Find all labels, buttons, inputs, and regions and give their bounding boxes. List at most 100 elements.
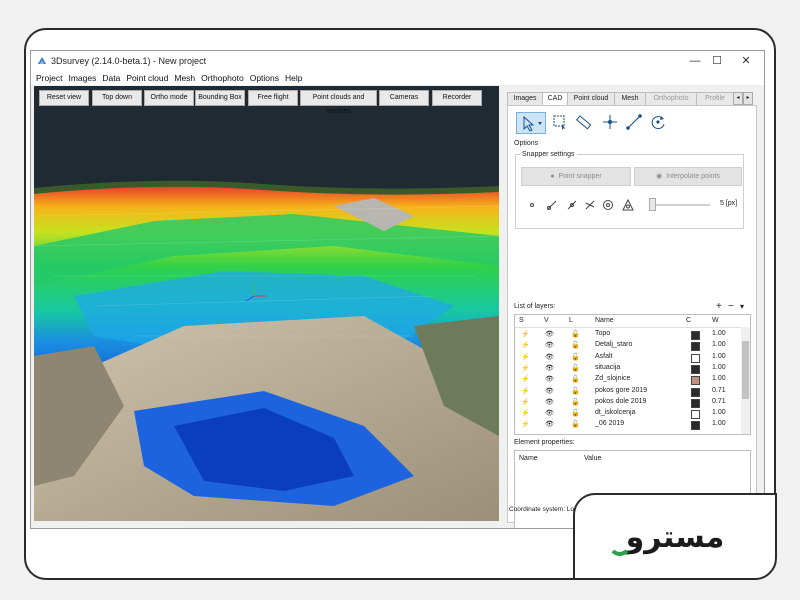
col-lock[interactable]: L: [569, 317, 573, 324]
menu-point-cloud[interactable]: Point cloud: [123, 71, 171, 85]
measure-tool[interactable]: [574, 112, 594, 132]
rotate-tool[interactable]: [648, 112, 668, 132]
layer-row[interactable]: ⚡ 👁 🔓 dt_iskolcenja 1.00: [515, 408, 740, 420]
interpolate-points-button[interactable]: ◉ Interpolate points: [634, 167, 742, 186]
layer-color-swatch[interactable]: [691, 421, 700, 431]
tab-images[interactable]: Images: [507, 92, 543, 105]
visibility-eye-icon[interactable]: 👁: [545, 420, 554, 428]
menu-data[interactable]: Data: [99, 71, 123, 85]
layer-row[interactable]: ⚡ 👁 🔓 Detalj_staro 1.00: [515, 340, 740, 352]
point-snapper-button[interactable]: ● Point snapper: [521, 167, 631, 186]
prop-col-name[interactable]: Name: [519, 455, 538, 462]
lock-icon[interactable]: 🔓: [571, 409, 580, 417]
tab-profile[interactable]: Profile: [696, 92, 734, 105]
layer-color-swatch[interactable]: [691, 387, 700, 397]
layers-scrollbar[interactable]: [741, 327, 750, 434]
visibility-eye-icon[interactable]: 👁: [545, 398, 554, 406]
tab-scroll-right[interactable]: ▸: [743, 92, 753, 105]
layer-row[interactable]: ⚡ 👁 🔓 _06 2019 1.00: [515, 419, 740, 431]
lock-icon[interactable]: 🔓: [571, 330, 580, 338]
snap-toggle-icon[interactable]: ⚡: [521, 398, 530, 406]
menu-project[interactable]: Project: [33, 71, 65, 85]
layer-color-swatch[interactable]: [691, 364, 700, 374]
tab-scroll-left[interactable]: ◂: [733, 92, 743, 105]
ortho-mode-button[interactable]: Ortho mode: [144, 90, 194, 106]
snap-size-slider[interactable]: [649, 198, 656, 211]
lock-icon[interactable]: 🔓: [571, 387, 580, 395]
layer-color-swatch[interactable]: [691, 342, 700, 352]
layer-color-swatch[interactable]: [691, 331, 700, 340]
select-rectangle-tool[interactable]: [550, 112, 570, 132]
add-layer-button[interactable]: +: [716, 301, 722, 312]
lock-icon[interactable]: 🔓: [571, 375, 580, 383]
layer-color-swatch[interactable]: [691, 410, 700, 420]
point-tool[interactable]: [600, 112, 620, 132]
visibility-eye-icon[interactable]: 👁: [545, 409, 554, 417]
select-pointer-tool[interactable]: [516, 112, 546, 134]
visibility-eye-icon[interactable]: 👁: [545, 375, 554, 383]
lock-icon[interactable]: 🔓: [571, 353, 580, 361]
tab-orthophoto[interactable]: Orthophoto: [645, 92, 697, 105]
recorder-button[interactable]: Recorder: [432, 90, 482, 106]
col-visible[interactable]: V: [544, 317, 549, 324]
visibility-eye-icon[interactable]: 👁: [545, 353, 554, 361]
layer-row[interactable]: ⚡ 👁 🔓 Zd_slojnice 1.00: [515, 374, 740, 386]
snap-toggle-icon[interactable]: ⚡: [521, 330, 530, 338]
snap-center-icon[interactable]: [602, 199, 614, 211]
layer-row[interactable]: ⚡ 👁 🔓 situacija 1.00: [515, 363, 740, 374]
menu-mesh[interactable]: Mesh: [171, 71, 198, 85]
visibility-eye-icon[interactable]: 👁: [545, 387, 554, 395]
menu-orthophoto[interactable]: Orthophoto: [198, 71, 247, 85]
snap-intersection-icon[interactable]: [584, 199, 596, 211]
tab-point-cloud[interactable]: Point cloud: [567, 92, 615, 105]
snap-toggle-icon[interactable]: ⚡: [521, 420, 530, 428]
col-name[interactable]: Name: [595, 317, 614, 324]
menu-help[interactable]: Help: [282, 71, 305, 85]
layer-row[interactable]: ⚡ 👁 🔓 Asfalt 1.00: [515, 352, 740, 363]
snap-toggle-icon[interactable]: ⚡: [521, 375, 530, 383]
snap-toggle-icon[interactable]: ⚡: [521, 364, 530, 372]
layer-color-swatch[interactable]: [691, 353, 700, 363]
tab-mesh[interactable]: Mesh: [614, 92, 646, 105]
lock-icon[interactable]: 🔓: [571, 364, 580, 372]
free-flight-button[interactable]: Free flight: [248, 90, 298, 106]
prop-col-value[interactable]: Value: [584, 455, 601, 462]
top-down-button[interactable]: Top down: [92, 90, 142, 106]
tab-cad[interactable]: CAD: [542, 92, 568, 106]
layer-row[interactable]: ⚡ 👁 🔓 pokos dole 2019 0.71: [515, 397, 740, 408]
col-color[interactable]: C: [686, 317, 691, 324]
layer-row[interactable]: ⚡ 👁 🔓 Topo 1.00: [515, 329, 740, 340]
snap-toggle-icon[interactable]: ⚡: [521, 409, 530, 417]
snap-midpoint-icon[interactable]: [566, 199, 578, 211]
lock-icon[interactable]: 🔓: [571, 398, 580, 406]
snap-toggle-icon[interactable]: ⚡: [521, 387, 530, 395]
layer-color-swatch[interactable]: [691, 376, 700, 386]
layer-menu-button[interactable]: ▾: [740, 302, 744, 311]
visibility-eye-icon[interactable]: 👁: [545, 330, 554, 338]
snap-toggle-icon[interactable]: ⚡: [521, 341, 530, 349]
snap-triangle-icon[interactable]: [622, 199, 634, 211]
menu-options[interactable]: Options: [247, 71, 282, 85]
visibility-eye-icon[interactable]: 👁: [545, 341, 554, 349]
reset-view-button[interactable]: Reset view: [39, 90, 89, 106]
minimize-button[interactable]: —: [683, 53, 707, 69]
cameras-button[interactable]: Cameras: [379, 90, 429, 106]
menu-images[interactable]: Images: [65, 71, 99, 85]
col-width[interactable]: W: [712, 317, 719, 324]
col-snap[interactable]: S: [519, 317, 524, 324]
maximize-button[interactable]: ☐: [705, 53, 729, 69]
snap-toggle-icon[interactable]: ⚡: [521, 353, 530, 361]
visibility-eye-icon[interactable]: 👁: [545, 364, 554, 372]
snap-endpoint-icon[interactable]: [546, 199, 558, 211]
layers-scroll-thumb[interactable]: [742, 341, 749, 399]
point-clouds-meshes-button[interactable]: Point clouds and meshes: [300, 90, 377, 115]
bounding-box-button[interactable]: Bounding Box: [195, 90, 245, 106]
3d-viewport[interactable]: Reset view Top down Ortho mode Bounding …: [34, 86, 499, 521]
lock-icon[interactable]: 🔓: [571, 420, 580, 428]
line-tool[interactable]: [624, 112, 644, 132]
layer-row[interactable]: ⚡ 👁 🔓 pokos gore 2019 0.71: [515, 386, 740, 397]
lock-icon[interactable]: 🔓: [571, 341, 580, 349]
close-button[interactable]: ✕: [734, 53, 758, 69]
snap-point-icon[interactable]: [526, 199, 538, 211]
remove-layer-button[interactable]: −: [728, 301, 734, 312]
